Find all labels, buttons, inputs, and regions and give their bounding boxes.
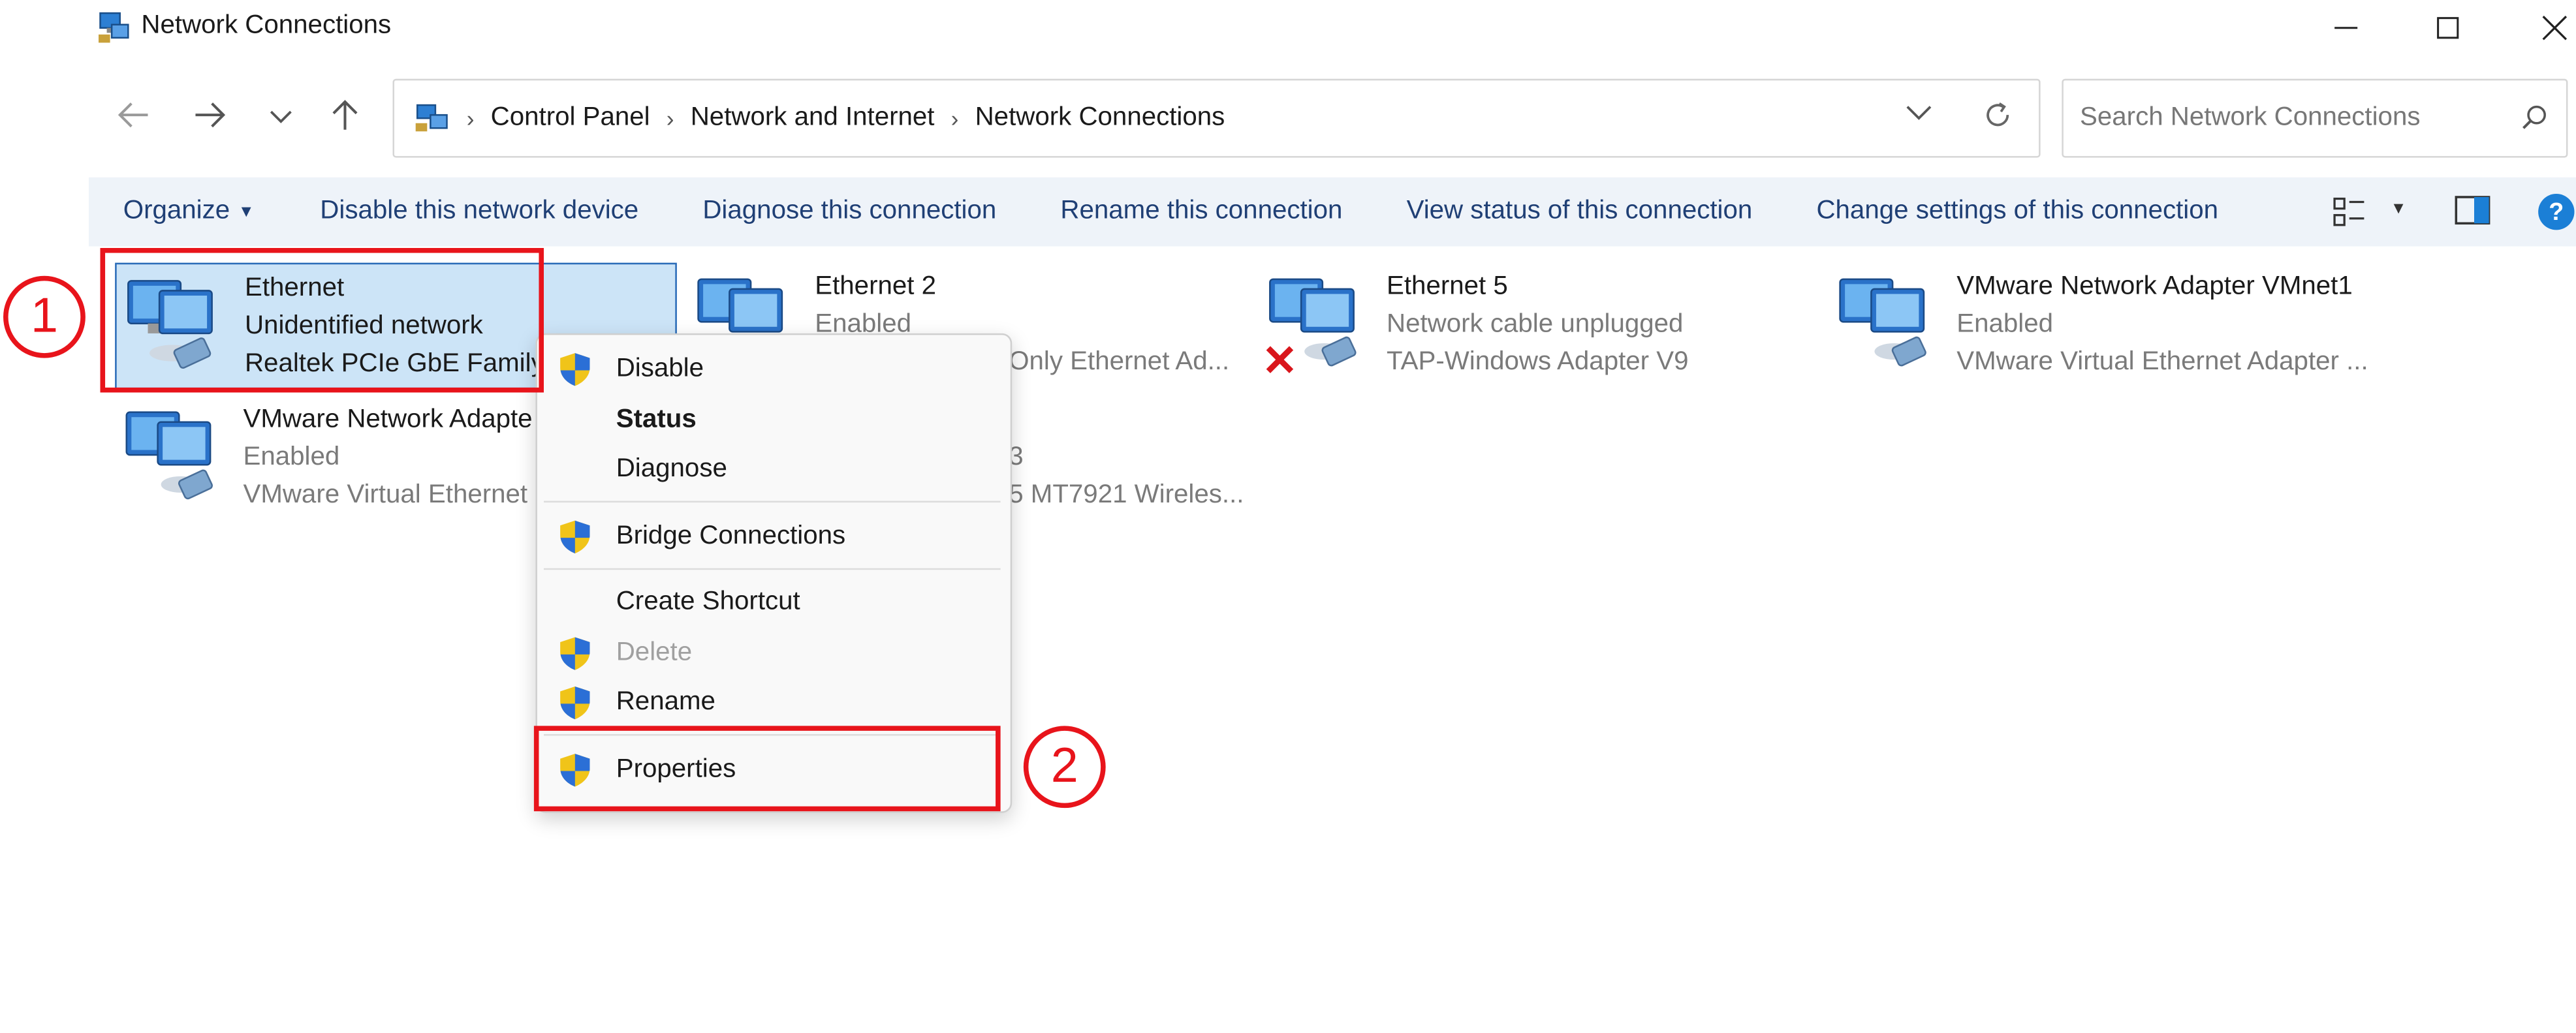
menu-item-create-shortcut[interactable]: Create Shortcut [537, 578, 1011, 627]
chevron-right-icon: › [466, 105, 475, 132]
breadcrumb-network-and-internet[interactable]: Network and Internet [691, 104, 935, 133]
annotation-step-2: 2 [1023, 726, 1106, 809]
adapter-device: VMware Virtual Ethernet [243, 481, 528, 510]
menu-item-label: Status [616, 405, 697, 434]
uac-shield-icon [557, 519, 593, 555]
change-settings-button[interactable]: Change settings of this connection [1816, 197, 2218, 226]
menu-item-label: Create Shortcut [616, 587, 800, 616]
address-bar[interactable]: › Control Panel › Network and Internet ›… [392, 78, 2041, 158]
menu-item-disable[interactable]: Disable [537, 345, 1011, 393]
uac-shield-icon [557, 352, 593, 388]
view-options-dropdown-icon[interactable]: ▼ [2391, 200, 2407, 219]
chevron-down-icon [1906, 102, 1932, 130]
caret-down-icon: ▼ [238, 202, 255, 221]
breadcrumb-network-connections[interactable]: Network Connections [975, 104, 1225, 133]
menu-separator [543, 501, 1001, 503]
adapter-ethernet-5[interactable]: Ethernet 5 Network cable unplugged TAP-W… [1259, 263, 1817, 388]
view-options-button[interactable] [2333, 195, 2366, 236]
menu-item-label: Delete [616, 638, 693, 667]
recent-locations-button[interactable] [257, 93, 306, 142]
search-input[interactable]: Search Network Connections [2080, 104, 2420, 133]
refresh-icon [1981, 102, 2014, 138]
menu-item-delete: Delete [537, 629, 1011, 678]
adapter-status: Enabled [243, 443, 340, 472]
control-panel-icon [414, 102, 450, 134]
svg-text:?: ? [2549, 198, 2564, 225]
maximize-button[interactable] [2415, 0, 2481, 56]
uac-shield-icon [557, 685, 593, 720]
adapter-status: Enabled [1956, 310, 2054, 339]
organize-menu[interactable]: Organize ▼ [123, 197, 255, 226]
adapter-name: Ethernet 2 [815, 272, 937, 301]
window-title: Network Connections [141, 11, 392, 40]
network-adapter-icon [1835, 270, 1950, 384]
preview-pane-icon [2455, 196, 2490, 234]
disconnected-x-icon [1265, 345, 1295, 382]
menu-item-diagnose[interactable]: Diagnose [537, 445, 1011, 494]
disable-device-button[interactable]: Disable this network device [320, 197, 638, 226]
adapter-status: Network cable unplugged [1387, 310, 1684, 339]
view-list-icon [2333, 197, 2366, 235]
network-connections-app-icon [95, 10, 131, 46]
back-button[interactable] [108, 93, 157, 142]
arrow-right-icon [194, 101, 227, 136]
menu-separator [543, 568, 1001, 570]
adapter-name: VMware Network Adapte [243, 405, 533, 434]
search-box[interactable]: Search Network Connections [2062, 78, 2568, 158]
adapter-vmware-vmnet1[interactable]: VMware Network Adapter VMnet1 Enabled VM… [1829, 263, 2519, 388]
menu-item-label: Disable [616, 354, 704, 383]
minimize-button[interactable] [2313, 0, 2379, 56]
annotation-highlight-ethernet [100, 248, 544, 393]
refresh-button[interactable] [1981, 99, 2014, 140]
view-status-button[interactable]: View status of this connection [1407, 197, 1753, 226]
menu-item-label: Bridge Connections [616, 522, 846, 551]
chevron-down-icon [270, 104, 292, 133]
forward-button[interactable] [185, 93, 234, 142]
annotation-step-1: 1 [3, 275, 86, 358]
menu-item-label: Rename [616, 688, 715, 717]
search-icon [2520, 104, 2549, 142]
help-icon: ? [2537, 193, 2576, 238]
adapter-device: TAP-Windows Adapter V9 [1387, 348, 1689, 377]
adapter-device: VMware Virtual Ethernet Adapter ... [1956, 348, 2368, 377]
adapter-device: 5 MT7921 Wireles... [1009, 481, 1244, 510]
diagnose-connection-button[interactable]: Diagnose this connection [702, 197, 996, 226]
rename-connection-button[interactable]: Rename this connection [1060, 197, 1342, 226]
breadcrumb-control-panel[interactable]: Control Panel [491, 104, 650, 133]
arrow-up-icon [332, 98, 358, 139]
arrow-left-icon [117, 101, 149, 136]
help-button[interactable]: ? [2537, 192, 2576, 239]
organize-label: Organize [123, 196, 230, 225]
menu-item-status[interactable]: Status [537, 396, 1011, 445]
chevron-right-icon: › [950, 105, 959, 132]
menu-item-bridge-connections[interactable]: Bridge Connections [537, 512, 1011, 561]
close-button[interactable] [2522, 0, 2576, 56]
address-dropdown-button[interactable] [1906, 102, 1932, 131]
chevron-right-icon: › [666, 105, 674, 132]
annotation-highlight-properties [533, 726, 1001, 812]
adapter-device: Only Ethernet Ad... [1009, 348, 1230, 377]
menu-item-label: Diagnose [616, 455, 727, 483]
adapter-name: VMware Network Adapter VMnet1 [1956, 272, 2353, 301]
command-bar: Organize ▼ Disable this network device D… [88, 177, 2576, 247]
up-button[interactable] [321, 93, 369, 142]
adapter-name: Ethernet 5 [1387, 272, 1508, 301]
uac-shield-icon [557, 636, 593, 671]
menu-item-rename[interactable]: Rename [537, 678, 1011, 727]
preview-pane-button[interactable] [2455, 194, 2490, 235]
network-adapter-icon [121, 403, 236, 517]
